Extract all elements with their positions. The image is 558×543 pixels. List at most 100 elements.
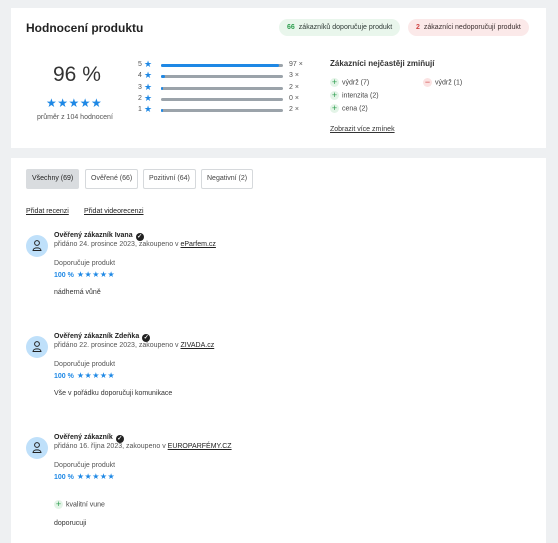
star-icon: ★ (144, 59, 153, 69)
shop-link[interactable]: eParfem.cz (181, 241, 216, 248)
rating-bar-fill (161, 87, 164, 90)
rating-row-stars: 1 (138, 106, 142, 113)
tab-positive[interactable]: Pozitivní (64) (143, 169, 196, 189)
review-rating: 100 % ★★★★★ (54, 472, 115, 481)
plus-icon: + (330, 77, 339, 87)
review-pro-item: + kvalitní vune (54, 500, 105, 509)
reviews-card: Všechny (69) Ověřené (66) Pozitivní (64)… (11, 158, 546, 543)
review-recommend: Doporučuje produkt (54, 260, 116, 267)
review-meta: přidáno 16. října 2023, zakoupeno v EURO… (54, 443, 232, 450)
review-stars-icon: ★★★★★ (76, 371, 116, 380)
rating-row-3[interactable]: 3 ★ 2 × (138, 82, 318, 94)
mention-item[interactable]: + intenzita (2) (330, 91, 379, 100)
mention-label: výdrž (7) (342, 79, 370, 87)
not-recommend-count: 2 (416, 24, 420, 31)
review-percent: 100 % (54, 272, 74, 279)
rating-bar (161, 109, 283, 112)
rating-row-count: 2 × (289, 84, 299, 91)
product-rating-card: Hodnocení produktu 66 zákazníků doporučuj… (11, 8, 546, 148)
review-author-name: Ověřený zákazník (54, 434, 113, 441)
not-recommend-badge: 2 zákazníci nedoporučují produkt (408, 19, 529, 36)
rating-row-count: 2 × (289, 106, 299, 113)
star-icon: ★ (144, 70, 153, 80)
rating-row-count: 0 × (289, 95, 299, 102)
review-meta: přidáno 22. prosince 2023, zakoupeno v Z… (54, 342, 214, 349)
review-date: přidáno 16. října 2023, zakoupeno v (54, 443, 166, 450)
star-icon: ★ (144, 93, 153, 103)
review-author: Ověřený zákazník Zdeňka ✓ (54, 333, 151, 342)
recommend-count: 66 (287, 24, 295, 31)
rating-row-4[interactable]: 4 ★ 3 × (138, 70, 318, 82)
overall-percent: 96 % (53, 63, 101, 86)
plus-icon: + (330, 90, 339, 100)
review-percent: 100 % (54, 373, 74, 380)
mention-label: cena (2) (342, 105, 368, 113)
check-badge-icon: ✓ (142, 334, 151, 342)
user-icon (26, 437, 48, 459)
tab-negative[interactable]: Negativní (2) (201, 169, 254, 189)
mention-label: intenzita (2) (342, 92, 379, 100)
overall-stars-icon: ★★★★★ (46, 96, 103, 110)
review-stars-icon: ★★★★★ (76, 270, 116, 279)
review-author: Ověřený zákazník ✓ (54, 434, 124, 443)
review-stars-icon: ★★★★★ (76, 472, 116, 481)
show-more-mentions-link[interactable]: Zobrazit více zmínek (330, 126, 395, 133)
review-percent: 100 % (54, 474, 74, 481)
review-pro-label: kvalitní vune (66, 501, 105, 509)
plus-icon: + (54, 499, 63, 509)
rating-row-stars: 4 (138, 72, 142, 79)
rating-row-1[interactable]: 1 ★ 2 × (138, 104, 318, 116)
mention-label: výdrž (1) (435, 79, 463, 87)
shop-link[interactable]: EUROPARFÉMY.CZ (168, 443, 232, 450)
rating-bar (161, 87, 283, 90)
user-icon (26, 336, 48, 358)
rating-row-2[interactable]: 2 ★ 0 × (138, 93, 318, 105)
not-recommend-label: zákazníci nedoporučují produkt (423, 24, 521, 31)
plus-icon: + (330, 103, 339, 113)
review-recommend: Doporučuje produkt (54, 361, 116, 368)
review-author: Ověřený zákazník Ivana ✓ (54, 232, 144, 241)
shop-link[interactable]: ZIVADA.cz (181, 342, 215, 349)
tab-all[interactable]: Všechny (69) (26, 169, 80, 189)
star-icon: ★ (144, 104, 153, 114)
review-rating: 100 % ★★★★★ (54, 270, 115, 279)
minus-icon: − (423, 77, 432, 87)
rating-row-count: 3 × (289, 72, 299, 79)
review-date: přidáno 22. prosince 2023, zakoupeno v (54, 342, 179, 349)
rating-bar (161, 98, 283, 101)
review-date: přidáno 24. prosince 2023, zakoupeno v (54, 241, 179, 248)
rating-bar-fill (161, 75, 165, 78)
rating-bar (161, 64, 283, 67)
review-rating: 100 % ★★★★★ (54, 371, 115, 380)
rating-row-5[interactable]: 5 ★ 97 × (138, 59, 318, 71)
recommend-label: zákazníků doporučuje produkt (298, 24, 393, 31)
rating-row-stars: 3 (138, 84, 142, 91)
rating-row-stars: 2 (138, 95, 142, 102)
check-badge-icon: ✓ (135, 233, 144, 241)
mention-item[interactable]: + cena (2) (330, 104, 368, 113)
review-text: doporucuji (54, 520, 87, 527)
rating-row-count: 97 × (289, 61, 303, 68)
review-text: nádherná vůně (54, 289, 101, 296)
mention-item[interactable]: + výdrž (7) (330, 78, 369, 87)
review-author-name: Ověřený zákazník Zdeňka (54, 333, 140, 340)
average-text: průměr z 104 hodnocení (37, 114, 113, 121)
review-meta: přidáno 24. prosince 2023, zakoupeno v e… (54, 241, 216, 248)
user-icon (26, 235, 48, 257)
review-recommend: Doporučuje produkt (54, 462, 116, 469)
review-text: Vše v pořádku doporučuji komunikace (54, 390, 173, 397)
rating-title: Hodnocení produktu (26, 21, 144, 35)
rating-bar-fill (161, 109, 164, 112)
rating-row-stars: 5 (138, 61, 142, 68)
rating-bar-fill (161, 64, 280, 67)
add-video-review-link[interactable]: Přidat videorecenzi (84, 208, 144, 215)
tab-verified[interactable]: Ověřené (66) (85, 169, 139, 189)
star-icon: ★ (144, 82, 153, 92)
rating-bar (161, 75, 283, 78)
mentions-title: Zákazníci nejčastěji zmiňují (330, 59, 435, 68)
add-review-link[interactable]: Přidat recenzi (26, 208, 69, 215)
check-badge-icon: ✓ (115, 435, 124, 443)
recommend-badge: 66 zákazníků doporučuje produkt (279, 19, 401, 36)
mention-item[interactable]: − výdrž (1) (423, 78, 462, 87)
review-author-name: Ověřený zákazník Ivana (54, 232, 133, 239)
